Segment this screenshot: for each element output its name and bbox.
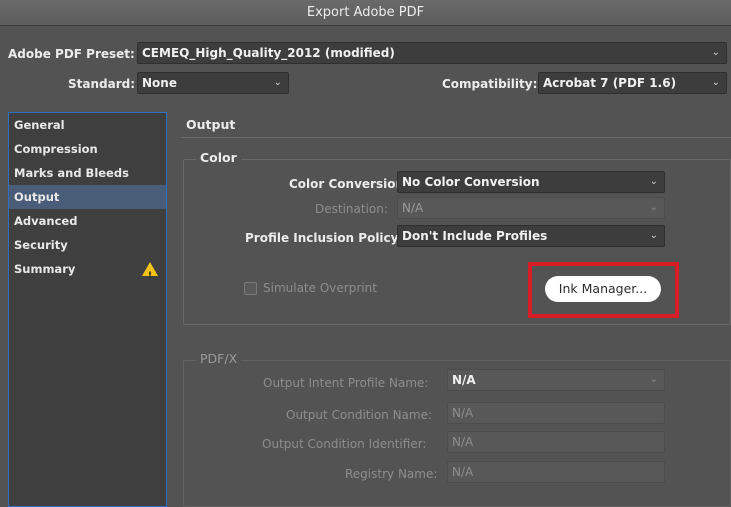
compatibility-value: Acrobat 7 (PDF 1.6) (543, 76, 677, 90)
pdfx-group-title: PDF/X (196, 351, 242, 366)
chevron-down-icon: ⌄ (649, 202, 658, 213)
destination-dropdown: N/A ⌄ (397, 197, 665, 219)
registry-name-label: Registry Name: (345, 467, 438, 481)
window-title: Export Adobe PDF (0, 0, 731, 26)
sidebar-item-advanced[interactable]: Advanced (9, 209, 166, 233)
preset-dropdown[interactable]: CEMEQ_High_Quality_2012 (modified) ⌄ (137, 42, 727, 64)
preset-value: CEMEQ_High_Quality_2012 (modified) (142, 46, 395, 60)
sidebar-item-output[interactable]: Output (9, 185, 166, 209)
sidebar-item-compression[interactable]: Compression (9, 137, 166, 161)
chevron-down-icon: ⌄ (649, 374, 658, 385)
sidebar-item-marks-and-bleeds[interactable]: Marks and Bleeds (9, 161, 166, 185)
chevron-down-icon: ⌄ (273, 77, 282, 88)
color-conversion-label: Color Conversion: (289, 177, 409, 191)
chevron-down-icon: ⌄ (649, 176, 658, 187)
sidebar-item-general[interactable]: General (9, 113, 166, 137)
standard-value: None (142, 76, 177, 90)
destination-value: N/A (402, 201, 424, 215)
chevron-down-icon: ⌄ (711, 77, 720, 88)
compatibility-label: Compatibility: (442, 77, 538, 91)
profile-policy-value: Don't Include Profiles (402, 229, 548, 243)
compatibility-dropdown[interactable]: Acrobat 7 (PDF 1.6) ⌄ (538, 72, 727, 94)
section-title: Output (186, 117, 236, 132)
standard-dropdown[interactable]: None ⌄ (137, 72, 289, 94)
sidebar-item-security[interactable]: Security (9, 233, 166, 257)
section-divider (181, 137, 731, 138)
output-intent-label: Output Intent Profile Name: (263, 376, 429, 390)
profile-policy-label: Profile Inclusion Policy: (245, 231, 404, 245)
output-condition-name-label: Output Condition Name: (286, 408, 433, 422)
output-condition-identifier-field: N/A (447, 431, 665, 453)
preset-label: Adobe PDF Preset: (8, 47, 135, 61)
chevron-down-icon: ⌄ (649, 230, 658, 241)
color-conversion-dropdown[interactable]: No Color Conversion ⌄ (397, 171, 665, 193)
output-condition-identifier-label: Output Condition Identifier: (262, 437, 427, 451)
highlight-box (528, 262, 679, 318)
output-intent-value: N/A (452, 373, 476, 387)
destination-label: Destination: (315, 202, 388, 216)
color-conversion-value: No Color Conversion (402, 175, 540, 189)
chevron-down-icon: ⌄ (711, 47, 720, 58)
output-condition-name-field: N/A (447, 402, 665, 424)
registry-name-field: N/A (447, 461, 665, 483)
output-intent-dropdown: N/A ⌄ (447, 369, 665, 391)
simulate-overprint-label: Simulate Overprint (263, 281, 377, 295)
simulate-overprint-checkbox (244, 282, 257, 295)
warning-icon: ! (142, 262, 158, 281)
standard-label: Standard: (68, 77, 136, 91)
profile-policy-dropdown[interactable]: Don't Include Profiles ⌄ (397, 225, 665, 247)
sidebar: General Compression Marks and Bleeds Out… (8, 112, 167, 507)
color-group-title: Color (196, 150, 241, 165)
sidebar-item-summary[interactable]: Summary ! (9, 257, 166, 281)
